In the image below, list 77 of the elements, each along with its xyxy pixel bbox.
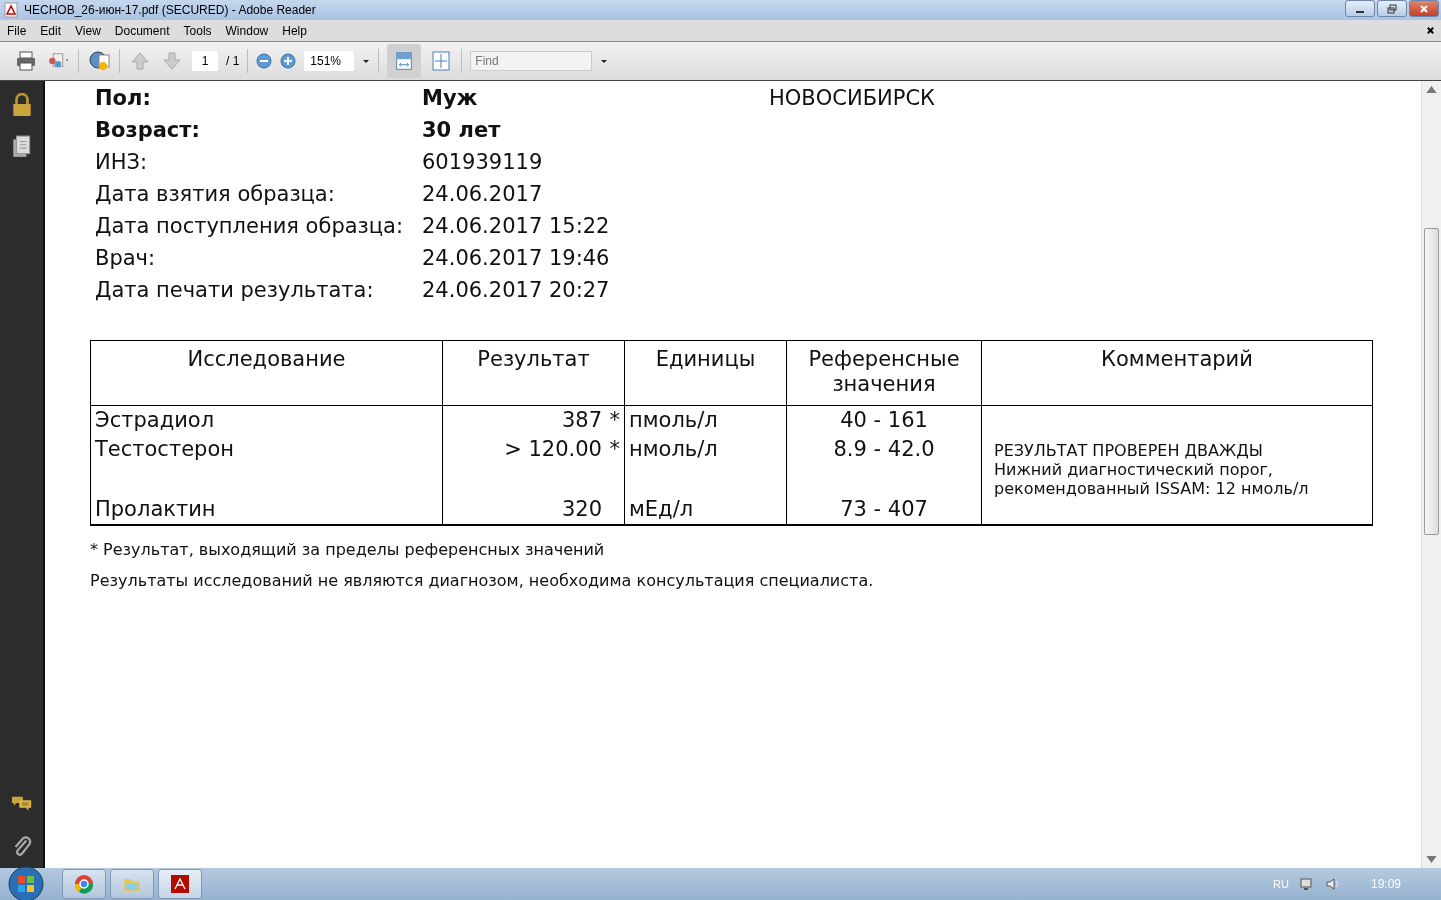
start-button[interactable] bbox=[8, 866, 44, 900]
field-label: Пол: bbox=[94, 86, 152, 110]
test-name: Пролактин bbox=[95, 497, 216, 521]
zoom-in-icon[interactable] bbox=[280, 53, 297, 69]
close-button[interactable] bbox=[1409, 0, 1439, 17]
footnote: Результаты исследований не являются диагнозом, необходима консультация специалиста. bbox=[90, 571, 875, 590]
pages-icon[interactable] bbox=[10, 135, 33, 159]
footnote: * Результат, выходящий за пределы референсных значений bbox=[90, 540, 606, 559]
globe-icon[interactable] bbox=[87, 49, 111, 73]
printer-icon[interactable] bbox=[14, 49, 38, 73]
field-value: 24.06.2017 bbox=[422, 182, 544, 206]
comment-line: Нижний диагностический порог, bbox=[994, 459, 1274, 479]
pdf-icon bbox=[170, 874, 190, 894]
menu-item[interactable]: Help bbox=[282, 23, 307, 38]
field-label: Дата печати результата: bbox=[94, 278, 375, 302]
reference-range: 40 - 161 bbox=[840, 408, 928, 432]
field-value: 601939119 bbox=[422, 150, 544, 174]
taskbar-button[interactable] bbox=[62, 869, 106, 899]
field-value: 24.06.2017 15:22 bbox=[422, 214, 611, 238]
comment-line: рекомендованный ISSAM: 12 нмоль/л bbox=[994, 478, 1310, 498]
reference-range: 8.9 - 42.0 bbox=[833, 437, 935, 461]
field-label: Дата поступления образца: bbox=[94, 214, 404, 238]
zoom-field[interactable]: 151% bbox=[304, 51, 355, 71]
column-header: Референсные значения bbox=[808, 347, 960, 396]
network-icon[interactable] bbox=[1298, 876, 1315, 892]
window-title: ЧЕСНОВ_26-июн-17.pdf (SECURED) - Adobe Reader bbox=[24, 3, 316, 17]
fit-width-icon[interactable] bbox=[387, 44, 422, 78]
speaker-icon[interactable] bbox=[1324, 876, 1341, 892]
page-total: / 1 bbox=[226, 54, 240, 68]
menu-item[interactable]: Edit bbox=[40, 23, 62, 38]
scroll-thumb[interactable] bbox=[1424, 228, 1439, 535]
field-label: ИНЗ: bbox=[94, 150, 149, 174]
browser-icon bbox=[74, 874, 94, 894]
page-number-field[interactable]: 1 bbox=[192, 51, 218, 71]
restore-icon bbox=[1387, 3, 1397, 14]
restore-button[interactable] bbox=[1377, 0, 1407, 17]
caret-icon[interactable] bbox=[362, 57, 371, 65]
units: пмоль/л bbox=[629, 408, 718, 432]
units: нмоль/л bbox=[629, 437, 718, 461]
minimize-button[interactable] bbox=[1345, 0, 1375, 17]
result-value: 387 bbox=[561, 408, 602, 432]
column-header: Результат bbox=[477, 347, 590, 371]
out-of-range-mark: * bbox=[609, 408, 620, 432]
pdf-icon bbox=[4, 2, 18, 18]
menu-item[interactable]: Window bbox=[225, 23, 269, 38]
out-of-range-mark: * bbox=[609, 437, 620, 461]
field-label: Дата взятия образца: bbox=[94, 182, 336, 206]
field-value: 24.06.2017 20:27 bbox=[422, 278, 611, 302]
column-header: Единицы bbox=[655, 347, 756, 371]
menu-item[interactable]: Document bbox=[114, 23, 170, 38]
column-header: Комментарий bbox=[1101, 347, 1253, 371]
menu-item[interactable]: View bbox=[75, 23, 101, 38]
units: мЕд/л bbox=[629, 497, 694, 521]
field-value: 24.06.2017 19:46 bbox=[422, 246, 611, 270]
test-name: Эстрадиол bbox=[95, 408, 215, 432]
field-value: 30 лет bbox=[422, 118, 502, 142]
comment-line: РЕЗУЛЬТАТ ПРОВЕРЕН ДВАЖДЫ bbox=[994, 440, 1264, 460]
lock-icon[interactable] bbox=[10, 93, 33, 117]
taskbar-button[interactable] bbox=[158, 869, 202, 899]
test-name: Тестостерон bbox=[95, 437, 234, 461]
zoom-out-icon[interactable] bbox=[256, 53, 273, 69]
scrollbar[interactable] bbox=[1421, 81, 1441, 868]
result-value: > 120.00 bbox=[504, 437, 602, 461]
close-icon[interactable] bbox=[1426, 26, 1435, 35]
find-field[interactable]: Find bbox=[470, 51, 593, 71]
column-header: Исследование bbox=[187, 347, 346, 371]
menu-item[interactable]: Tools bbox=[183, 23, 212, 38]
result-value: 320 bbox=[561, 497, 602, 521]
city-name: НОВОСИБИРСК bbox=[769, 86, 935, 110]
field-value: Муж bbox=[422, 86, 479, 110]
minimize-icon bbox=[1356, 10, 1364, 13]
close-icon bbox=[1419, 3, 1429, 14]
caret-icon[interactable] bbox=[600, 57, 609, 65]
field-label: Врач: bbox=[94, 246, 157, 270]
reference-range: 73 - 407 bbox=[840, 497, 928, 521]
menu-item[interactable]: File bbox=[7, 23, 27, 38]
field-label: Возраст: bbox=[94, 118, 201, 142]
